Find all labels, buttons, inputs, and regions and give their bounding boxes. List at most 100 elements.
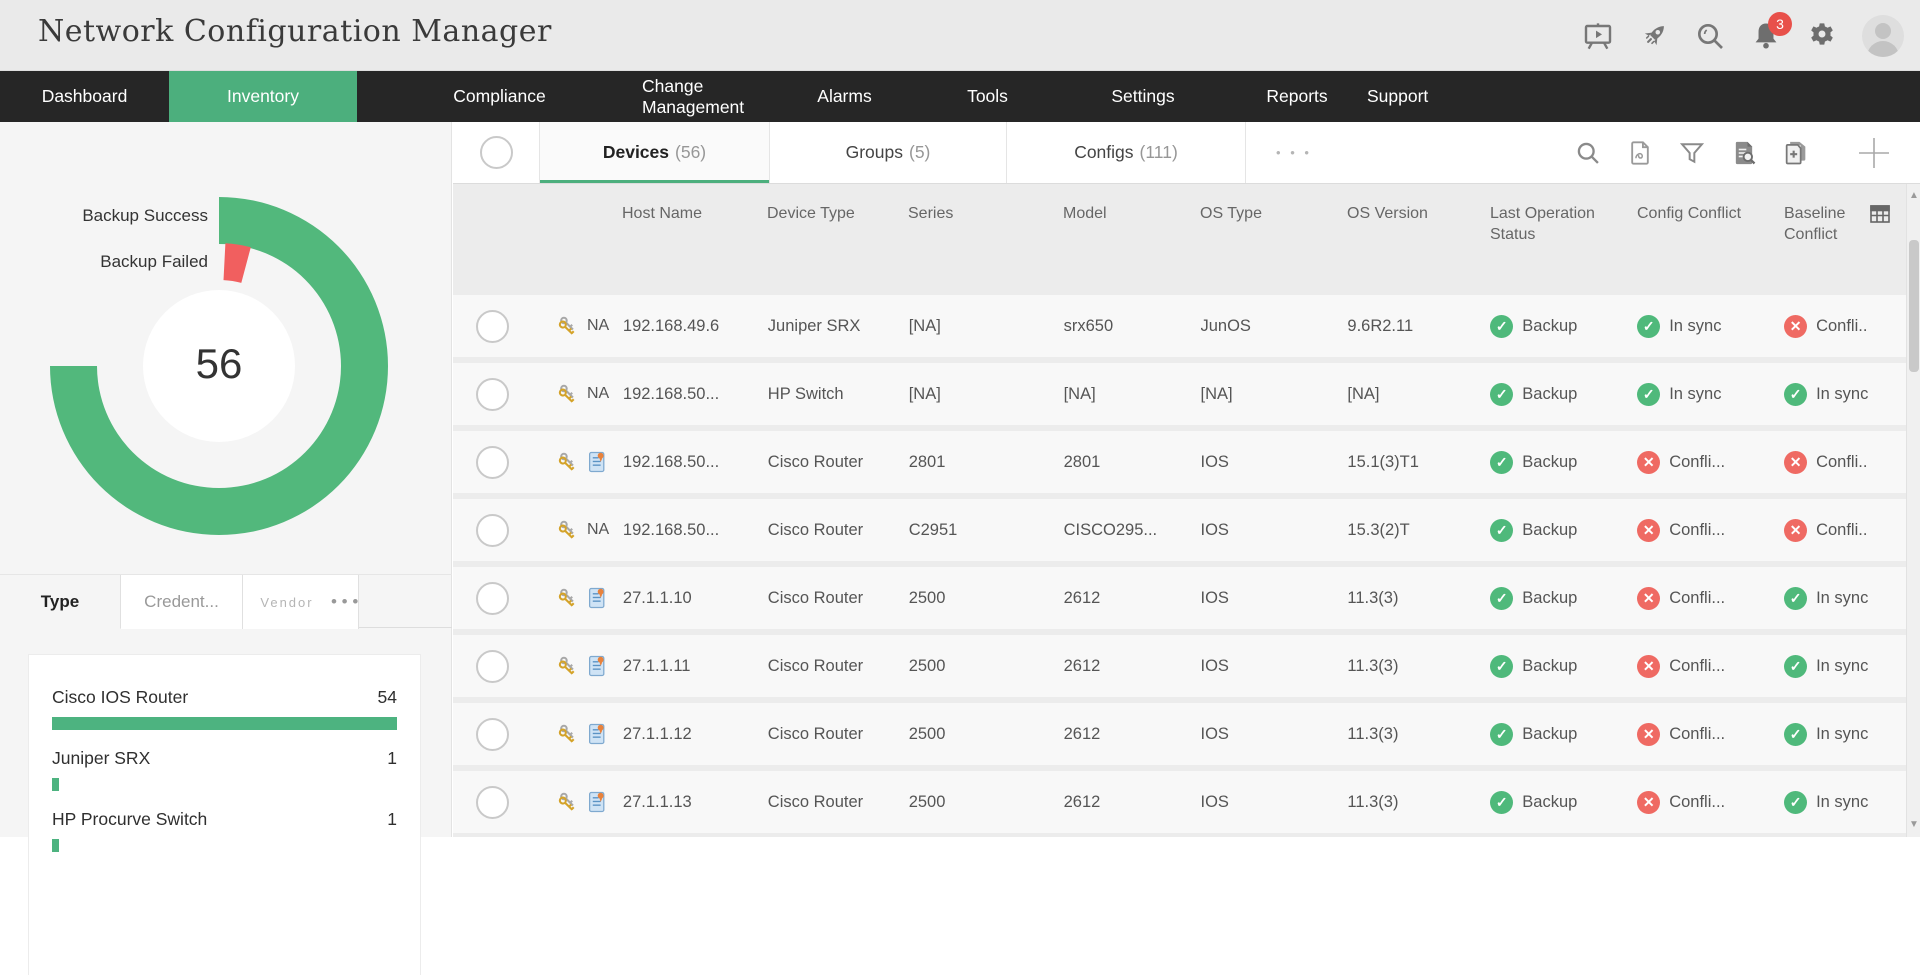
presentation-icon[interactable]	[1582, 20, 1614, 52]
credentials-key-icon	[557, 383, 579, 405]
baseline-conflict-label[interactable]: Confli..	[1816, 317, 1867, 336]
scrollbar-down-arrow[interactable]: ▼	[1907, 817, 1920, 833]
add-device-plus-icon[interactable]	[1856, 135, 1892, 171]
row-radio[interactable]	[476, 650, 509, 683]
row-radio[interactable]	[476, 718, 509, 751]
os-version-cell: 11.3(3)	[1347, 589, 1490, 608]
host-name-cell[interactable]: 27.1.1.12	[623, 725, 768, 744]
config-search-icon[interactable]	[1730, 139, 1758, 167]
config-conflict-label[interactable]: Confli...	[1669, 521, 1725, 540]
baseline-conflict-label[interactable]: Confli..	[1816, 453, 1867, 472]
column-header[interactable]: Config Conflict	[1637, 204, 1784, 295]
table-header: Host Name Device Type Series Model OS Ty…	[453, 184, 1906, 295]
row-radio[interactable]	[476, 582, 509, 615]
host-name-cell[interactable]: 192.168.50...	[623, 385, 768, 404]
table-row[interactable]: NA 192.168.49.6 Juniper SRX [NA] srx650 …	[453, 295, 1906, 357]
column-header[interactable]: Model	[1063, 204, 1200, 295]
row-radio[interactable]	[476, 310, 509, 343]
add-config-icon[interactable]	[1782, 139, 1810, 167]
na-badge-text: NA	[587, 521, 609, 539]
page-title: Network Configuration Manager	[38, 14, 552, 49]
host-name-cell[interactable]: 27.1.1.10	[623, 589, 768, 608]
baseline-conflict-label[interactable]: In sync	[1816, 725, 1868, 744]
vertical-scrollbar[interactable]: ▲ ▼	[1906, 184, 1920, 837]
nav-item[interactable]: Alarms	[773, 71, 916, 122]
credentials-key-icon	[557, 723, 579, 745]
credentials-key-icon	[557, 315, 579, 337]
os-version-cell: 15.1(3)T1	[1347, 453, 1490, 472]
device-type-count: 54	[378, 687, 397, 708]
nav-item[interactable]: Compliance	[357, 71, 642, 122]
config-conflict-label[interactable]: Confli...	[1669, 725, 1725, 744]
column-header[interactable]: Host Name	[622, 204, 767, 295]
nav-item[interactable]: Change Management	[642, 71, 773, 122]
device-type-item[interactable]: HP Procurve Switch 1	[52, 791, 397, 852]
baseline-conflict-label[interactable]: In sync	[1816, 385, 1868, 404]
row-radio[interactable]	[476, 446, 509, 479]
series-cell: [NA]	[909, 385, 1064, 404]
user-avatar[interactable]	[1862, 15, 1904, 57]
config-conflict-label[interactable]: Confli...	[1669, 453, 1725, 472]
column-chooser-grid-icon[interactable]	[1868, 202, 1892, 226]
table-row[interactable]: NA 192.168.50... HP Switch [NA] [NA] [NA…	[453, 363, 1906, 425]
table-row[interactable]: 27.1.1.10 Cisco Router 2500 2612 IOS 11.…	[453, 567, 1906, 629]
host-name-cell[interactable]: 192.168.49.6	[623, 317, 768, 336]
global-search-icon[interactable]	[1694, 20, 1726, 52]
table-row[interactable]: NA 192.168.50... Cisco Router C2951 CISC…	[453, 499, 1906, 561]
tab-configs[interactable]: Configs(111)	[1007, 122, 1246, 183]
baseline-conflict-label[interactable]: Confli..	[1816, 521, 1867, 540]
search-icon[interactable]	[1574, 139, 1602, 167]
column-header[interactable]: Last Operation Status	[1490, 204, 1637, 295]
config-conflict-label[interactable]: In sync	[1669, 385, 1721, 404]
scrollbar-up-arrow[interactable]: ▲	[1907, 188, 1920, 204]
device-type-item[interactable]: Juniper SRX 1	[52, 730, 397, 791]
tab-devices[interactable]: Devices(56)	[540, 122, 770, 183]
nav-item[interactable]: Settings	[1059, 71, 1227, 122]
nav-item[interactable]: Support	[1367, 71, 1428, 122]
host-name-cell[interactable]: 27.1.1.11	[623, 657, 768, 676]
config-conflict-label[interactable]: Confli...	[1669, 589, 1725, 608]
column-header[interactable]: OS Version	[1347, 204, 1490, 295]
notification-badge: 3	[1768, 12, 1792, 36]
nav-item[interactable]: Dashboard	[0, 71, 169, 122]
credentials-key-icon	[557, 519, 579, 541]
row-radio[interactable]	[476, 378, 509, 411]
table-row[interactable]: 27.1.1.12 Cisco Router 2500 2612 IOS 11.…	[453, 703, 1906, 765]
sidebar-tab[interactable]: Type	[0, 575, 121, 629]
sidebar-tab[interactable]: Vendor	[243, 575, 331, 629]
select-all-radio[interactable]	[480, 136, 513, 169]
gear-icon[interactable]	[1806, 20, 1838, 52]
nav-item[interactable]: Reports	[1227, 71, 1367, 122]
scrollbar-thumb[interactable]	[1909, 240, 1919, 372]
config-conflict-label[interactable]: In sync	[1669, 317, 1721, 336]
host-name-cell[interactable]: 192.168.50...	[623, 521, 768, 540]
column-header[interactable]: OS Type	[1200, 204, 1347, 295]
column-header[interactable]: Device Type	[767, 204, 908, 295]
donut-segment-failed[interactable]	[224, 243, 251, 283]
host-name-cell[interactable]: 192.168.50...	[623, 453, 768, 472]
baseline-conflict-status-icon	[1784, 451, 1807, 474]
export-pdf-icon[interactable]	[1626, 139, 1654, 167]
table-row[interactable]: 192.168.50... Cisco Router 2801 2801 IOS…	[453, 431, 1906, 493]
getting-started-rocket-icon[interactable]	[1638, 20, 1670, 52]
sidebar-tab[interactable]: • • •	[331, 575, 359, 629]
tab-groups[interactable]: Groups(5)	[770, 122, 1007, 183]
nav-item[interactable]: Inventory	[169, 71, 357, 122]
host-name-cell[interactable]: 27.1.1.13	[623, 793, 768, 812]
column-header[interactable]: Series	[908, 204, 1063, 295]
config-conflict-label[interactable]: Confli...	[1669, 657, 1725, 676]
table-row[interactable]: 27.1.1.13 Cisco Router 2500 2612 IOS 11.…	[453, 771, 1906, 833]
sidebar-tab[interactable]: Credent...	[121, 575, 243, 629]
row-radio[interactable]	[476, 514, 509, 547]
filter-icon[interactable]	[1678, 139, 1706, 167]
device-type-item[interactable]: Cisco IOS Router 54	[52, 669, 397, 730]
row-radio[interactable]	[476, 786, 509, 819]
baseline-conflict-label[interactable]: In sync	[1816, 793, 1868, 812]
baseline-conflict-label[interactable]: In sync	[1816, 589, 1868, 608]
baseline-conflict-label[interactable]: In sync	[1816, 657, 1868, 676]
table-row[interactable]: 27.1.1.11 Cisco Router 2500 2612 IOS 11.…	[453, 635, 1906, 697]
notifications-bell-icon[interactable]: 3	[1750, 20, 1782, 52]
tabs-more-button[interactable]: • • •	[1246, 122, 1342, 183]
nav-item[interactable]: Tools	[916, 71, 1059, 122]
config-conflict-label[interactable]: Confli...	[1669, 793, 1725, 812]
